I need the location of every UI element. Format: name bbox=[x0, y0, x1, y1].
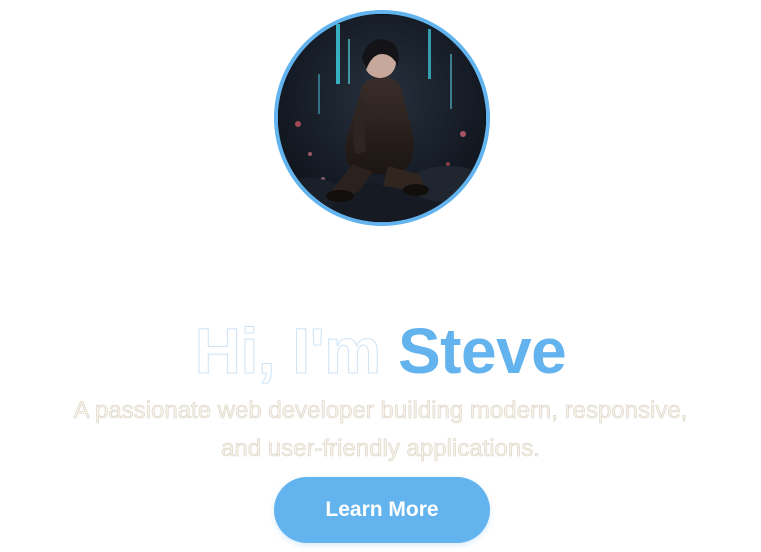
hero-section: Hi, I'm Steve A passionate web developer… bbox=[0, 0, 761, 552]
subtitle-line-2: and user-friendly applications. bbox=[221, 435, 540, 463]
avatar bbox=[274, 10, 490, 226]
hero-subtitle: A passionate web developer building mode… bbox=[0, 392, 761, 468]
name-highlight: Steve bbox=[397, 314, 567, 387]
page-title: Hi, I'm Steve bbox=[0, 313, 761, 389]
avatar-portrait-image bbox=[278, 14, 486, 222]
greeting-text: Hi, I'm bbox=[194, 314, 398, 387]
learn-more-button[interactable]: Learn More bbox=[274, 477, 490, 543]
subtitle-line-1: A passionate web developer building mode… bbox=[73, 397, 688, 425]
